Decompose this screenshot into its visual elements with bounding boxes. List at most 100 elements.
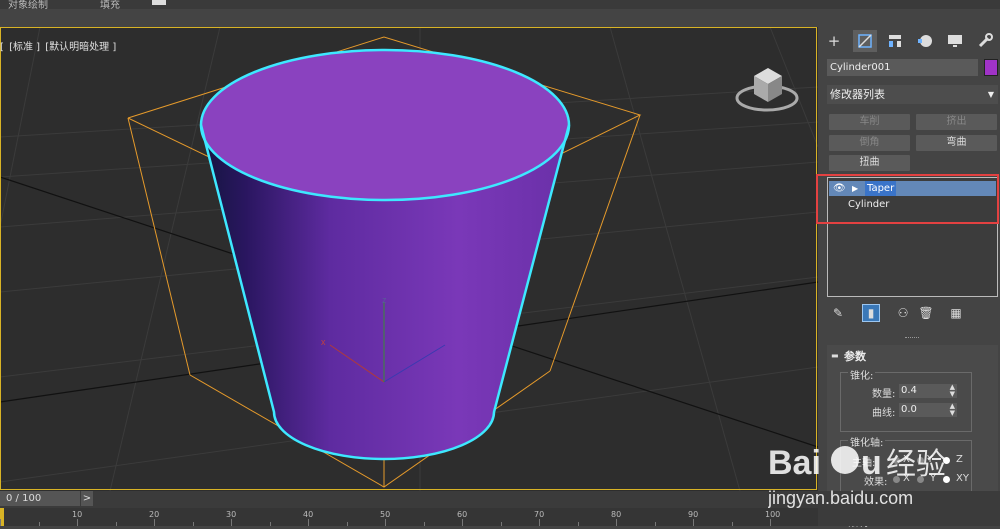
spinner-arrows-icon[interactable]: ▲ ▼ (950, 384, 955, 398)
timeline-tick (577, 522, 579, 526)
viewport-label[interactable]: [ [标准 ] [默认明暗处理 ] (0, 38, 118, 53)
make-unique-icon[interactable]: ⚇ (894, 304, 912, 322)
configure-sets-icon[interactable]: ▦ (947, 304, 965, 322)
modifier-list-dropdown[interactable]: 修改器列表 ▼ (827, 85, 998, 104)
motion-icon[interactable] (913, 30, 937, 52)
object-name-field[interactable]: Cylinder001 (827, 59, 978, 76)
curve-value: 0.0 (901, 404, 917, 415)
timeline-tick (731, 522, 733, 526)
bend-button[interactable]: 弯曲 (916, 135, 997, 151)
timeline-tick-label: 60 (457, 510, 468, 519)
amount-spinner[interactable]: 0.4 ▲ ▼ (899, 384, 957, 398)
perspective-viewport[interactable]: x z (0, 27, 818, 491)
amount-value: 0.4 (901, 385, 917, 396)
effect-y-radio[interactable] (917, 476, 924, 483)
timeline-tick (231, 519, 232, 526)
timeline-tick (269, 522, 271, 526)
modifier-list-label: 修改器列表 (830, 88, 885, 101)
effect-xy-label: XY (956, 473, 969, 484)
timeline-tick (115, 522, 117, 526)
menu-item-fill[interactable]: 填充 (100, 0, 120, 9)
menu-item-object-paint[interactable]: 对象绘制 (8, 0, 48, 9)
primary-z-radio[interactable] (943, 457, 950, 464)
timeline-tick (500, 522, 502, 526)
timeline-tick (654, 522, 656, 526)
timeline-tick-label: 30 (226, 510, 237, 519)
expand-arrow-icon[interactable]: ▶ (852, 181, 858, 196)
bevel-button[interactable]: 倒角 (829, 135, 910, 151)
timeline-tick-label: 10 (72, 510, 83, 519)
timeline-tick-label: 20 (149, 510, 160, 519)
primary-x-label: X (903, 454, 910, 465)
create-icon[interactable]: + (822, 30, 846, 52)
stack-item-taper[interactable]: 👁 ▶ Taper (829, 181, 996, 196)
stack-item-label: Cylinder (848, 199, 890, 210)
timeline-tick-label: 70 (534, 510, 545, 519)
timeline-tick (385, 519, 386, 526)
panel-divider (905, 337, 919, 340)
show-end-result-icon[interactable]: ▮ (862, 304, 880, 322)
timeline-tick (770, 519, 771, 526)
rollout-title[interactable]: 参数 (844, 348, 866, 364)
viewport-label-part[interactable]: [默认明暗处理 ] (45, 42, 116, 53)
dropdown-icon[interactable] (152, 0, 166, 5)
primary-y-radio[interactable] (917, 457, 924, 464)
viewcube-icon[interactable] (734, 58, 804, 118)
timeline-tick-label: 90 (688, 510, 699, 519)
effect-y-label: Y (930, 473, 937, 484)
hierarchy-icon[interactable] (883, 30, 907, 52)
cylinder-top-cap[interactable] (202, 51, 568, 199)
effect-x-radio[interactable] (893, 476, 900, 483)
effect-x-label: X (903, 473, 910, 484)
timeline-tick (77, 519, 78, 526)
timeline-tick-label: 80 (611, 510, 622, 519)
axis-x-label: x (321, 337, 326, 347)
timeline-tick (462, 519, 463, 526)
primary-x-radio[interactable] (893, 457, 900, 464)
extrude-button[interactable]: 挤出 (916, 114, 997, 130)
timeline-tick (346, 522, 348, 526)
menubar: 对象绘制 填充 (0, 0, 1000, 9)
object-color-swatch[interactable] (984, 59, 998, 76)
taper-axis-label: 锥化轴: (848, 434, 886, 449)
amount-label: 数量: (872, 389, 896, 400)
curve-label: 曲线: (872, 408, 896, 419)
timeline-tick (616, 519, 617, 526)
timeline-tick-label: 50 (380, 510, 391, 519)
collapse-icon[interactable]: ▬ (831, 351, 839, 360)
primary-z-label: Z (956, 454, 963, 465)
taper-group-label: 锥化: (848, 367, 876, 382)
viewport-scene: x z (0, 27, 818, 491)
primary-axis-label: 主轴: (852, 458, 876, 469)
track-bar[interactable]: 10 20 30 40 50 60 70 80 90 100 (0, 508, 818, 526)
curve-spinner[interactable]: 0.0 ▲ ▼ (899, 403, 957, 417)
command-panel-tabs: + (822, 30, 998, 52)
lathe-button[interactable]: 车削 (829, 114, 910, 130)
stack-item-cylinder[interactable]: Cylinder (829, 197, 996, 212)
viewport-label-part[interactable]: [标准 ] (9, 42, 40, 53)
timeline-tick (539, 519, 540, 526)
spinner-arrows-icon[interactable]: ▲ ▼ (950, 403, 955, 417)
effect-xy-radio[interactable] (943, 476, 950, 483)
remove-modifier-icon[interactable]: 🗑 (917, 304, 935, 322)
utilities-icon[interactable] (973, 30, 997, 52)
timeline-tick (308, 519, 309, 526)
viewport-label-part[interactable]: [ (0, 42, 4, 53)
effect-axis-label: 效果: (864, 477, 888, 488)
modifier-stack: 👁 ▶ Taper Cylinder (827, 177, 998, 297)
axis-z-label: z (382, 295, 387, 305)
timeline-tick (38, 522, 40, 526)
timeline-tick (423, 522, 425, 526)
eye-icon[interactable]: 👁 (833, 181, 846, 196)
timeline-tick (154, 519, 155, 526)
next-frame-button[interactable]: > (81, 491, 93, 506)
modify-icon[interactable] (853, 30, 877, 52)
twist-button[interactable]: 扭曲 (829, 155, 910, 171)
stack-item-label: Taper (865, 181, 897, 196)
pin-stack-icon[interactable]: ✎ (829, 304, 847, 322)
time-slider[interactable]: 0 / 100 (0, 491, 80, 506)
display-icon[interactable] (943, 30, 967, 52)
timeline-tick-label: 100 (765, 510, 781, 519)
timeline-tick (0, 519, 1, 526)
primary-y-label: Y (927, 454, 934, 465)
